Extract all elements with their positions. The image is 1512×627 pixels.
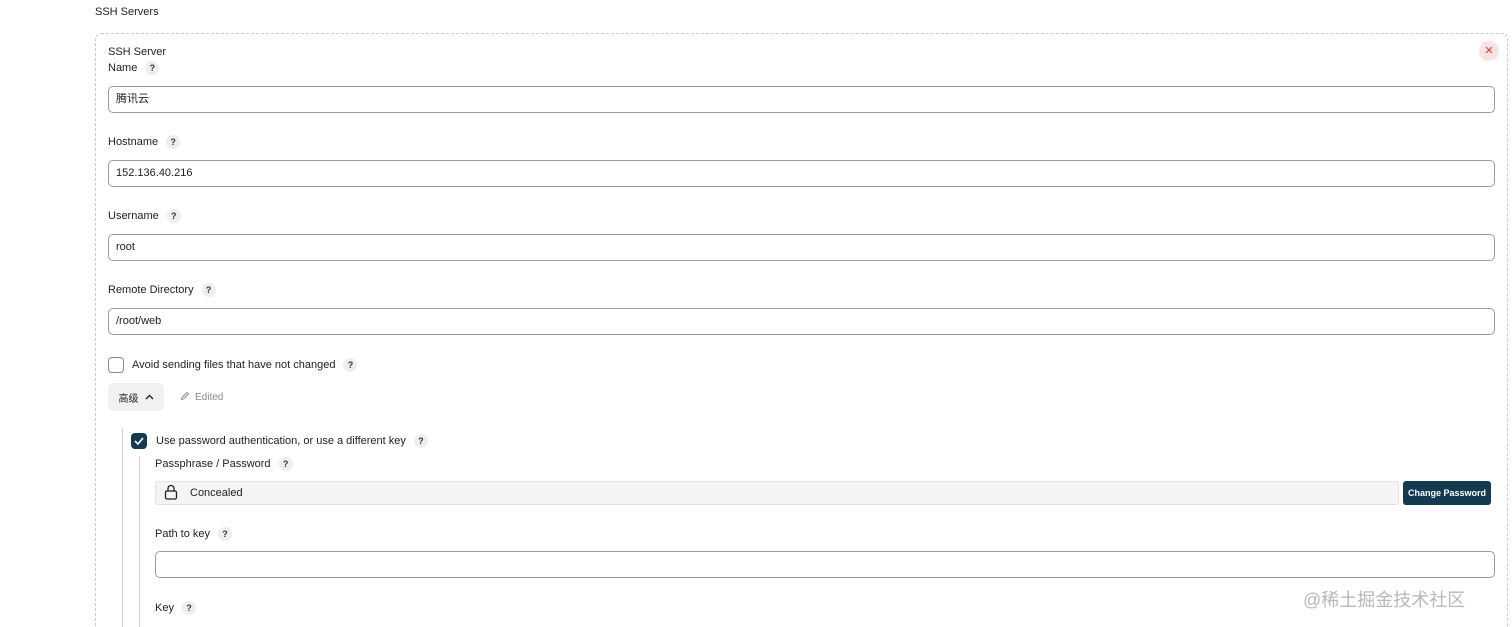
password-section-divider bbox=[139, 456, 140, 627]
advanced-label: 高级 bbox=[118, 393, 139, 405]
remote-directory-input[interactable]: /root/web bbox=[108, 308, 1495, 335]
help-icon[interactable]: ? bbox=[343, 358, 358, 372]
watermark: @稀土掘金技术社区 bbox=[1303, 590, 1466, 610]
name-input[interactable]: 腾讯云 bbox=[108, 86, 1495, 113]
help-icon[interactable]: ? bbox=[413, 434, 428, 448]
lock-icon bbox=[164, 484, 178, 503]
concealed-password-field: Concealed bbox=[155, 481, 1399, 505]
help-icon[interactable]: ? bbox=[201, 283, 216, 297]
section-title: SSH Servers bbox=[95, 6, 159, 18]
avoid-sending-label: Avoid sending files that have not change… bbox=[132, 359, 336, 371]
path-to-key-label-row: Path to key ? bbox=[155, 527, 233, 541]
avoid-sending-label-row: Avoid sending files that have not change… bbox=[132, 358, 358, 372]
help-icon[interactable]: ? bbox=[278, 457, 293, 471]
server-title: SSH Server bbox=[108, 46, 167, 58]
concealed-text: Concealed bbox=[190, 487, 243, 499]
remote-directory-label: Remote Directory bbox=[108, 284, 194, 296]
use-password-checkbox[interactable] bbox=[131, 433, 147, 449]
advanced-toggle-button[interactable]: 高级 bbox=[108, 383, 164, 411]
help-icon[interactable]: ? bbox=[145, 61, 160, 75]
edited-indicator: Edited bbox=[180, 391, 223, 404]
chevron-up-icon bbox=[145, 392, 154, 403]
avoid-sending-checkbox[interactable] bbox=[108, 357, 124, 373]
username-label-row: Username ? bbox=[108, 209, 181, 223]
use-password-label-row: Use password authentication, or use a di… bbox=[156, 434, 428, 448]
use-password-label: Use password authentication, or use a di… bbox=[156, 435, 406, 447]
edited-label: Edited bbox=[195, 392, 224, 403]
help-icon[interactable]: ? bbox=[218, 527, 233, 541]
remote-directory-label-row: Remote Directory ? bbox=[108, 283, 216, 297]
passphrase-label-row: Passphrase / Password ? bbox=[155, 457, 293, 471]
username-label: Username bbox=[108, 210, 159, 222]
name-label: Name bbox=[108, 62, 138, 74]
hostname-label: Hostname bbox=[108, 136, 159, 148]
username-input[interactable]: root bbox=[108, 234, 1495, 261]
close-icon[interactable]: ✕ bbox=[1479, 41, 1499, 61]
name-label-row: Name ? bbox=[108, 61, 160, 75]
change-password-button[interactable]: Change Password bbox=[1403, 481, 1491, 505]
pencil-icon bbox=[180, 391, 190, 404]
key-label: Key bbox=[155, 602, 174, 614]
hostname-label-row: Hostname ? bbox=[108, 135, 181, 149]
help-icon[interactable]: ? bbox=[181, 601, 196, 615]
path-to-key-label: Path to key bbox=[155, 528, 211, 540]
path-to-key-input[interactable] bbox=[155, 551, 1495, 578]
advanced-section-divider bbox=[122, 428, 123, 627]
key-label-row: Key ? bbox=[155, 601, 196, 615]
help-icon[interactable]: ? bbox=[166, 209, 181, 223]
hostname-input[interactable]: 152.136.40.216 bbox=[108, 160, 1495, 187]
passphrase-label: Passphrase / Password bbox=[155, 458, 271, 470]
help-icon[interactable]: ? bbox=[166, 135, 181, 149]
